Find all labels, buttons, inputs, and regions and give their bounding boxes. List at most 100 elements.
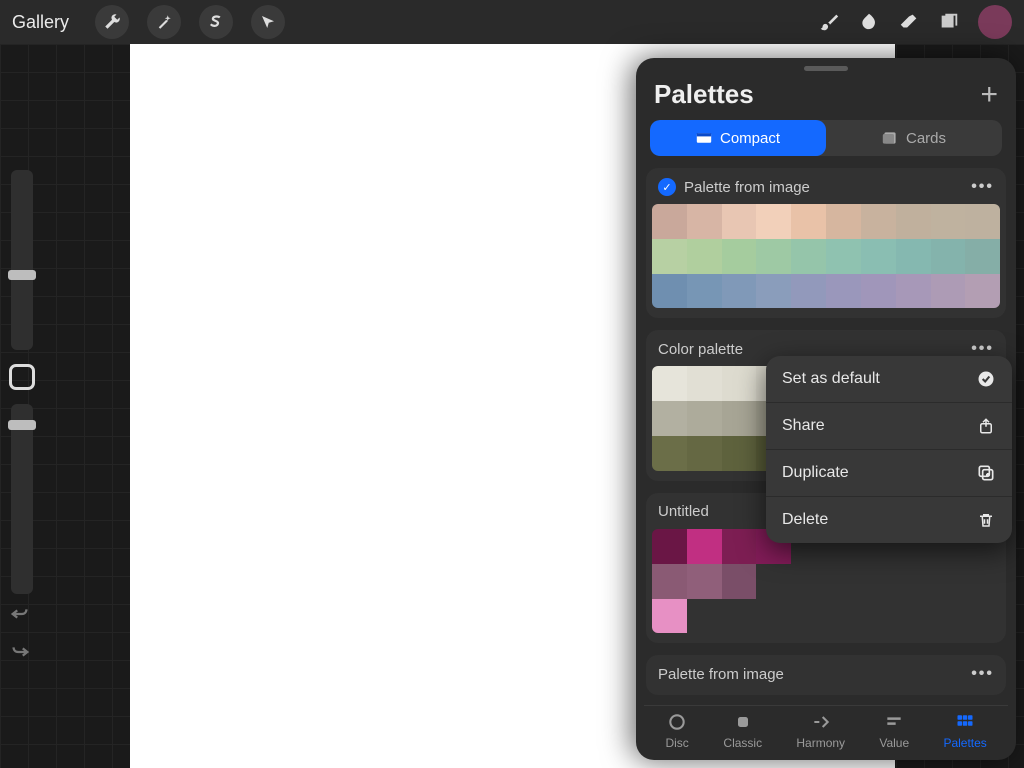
selection-button[interactable] — [199, 5, 233, 39]
color-swatch[interactable] — [896, 239, 931, 274]
eraser-icon[interactable] — [898, 11, 920, 33]
color-swatch[interactable] — [687, 204, 722, 239]
color-swatch[interactable] — [791, 274, 826, 309]
color-swatch[interactable] — [652, 599, 687, 634]
color-swatch[interactable] — [896, 274, 931, 309]
palette-title[interactable]: Untitled — [658, 503, 709, 520]
color-swatch[interactable] — [722, 274, 757, 309]
default-check-icon: ✓ — [658, 178, 676, 196]
redo-button[interactable] — [6, 638, 34, 666]
menu-label: Set as default — [782, 370, 880, 388]
palette-title[interactable]: ✓Palette from image — [658, 178, 810, 196]
compact-view-button[interactable]: Compact — [650, 120, 826, 156]
menu-duplicate[interactable]: Duplicate — [766, 450, 1012, 497]
cards-view-button[interactable]: Cards — [826, 120, 1002, 156]
color-swatch[interactable] — [931, 239, 966, 274]
compact-icon — [696, 131, 712, 145]
add-palette-button[interactable]: + — [980, 80, 998, 110]
color-swatch[interactable] — [826, 239, 861, 274]
palette-more-button[interactable]: ••• — [971, 665, 994, 683]
tab-harmony[interactable]: Harmony — [796, 712, 845, 750]
color-swatch[interactable] — [756, 274, 791, 309]
color-swatch[interactable] — [826, 274, 861, 309]
menu-set-default[interactable]: Set as default — [766, 356, 1012, 403]
menu-label: Share — [782, 417, 825, 435]
color-swatch[interactable] — [861, 239, 896, 274]
modify-button[interactable] — [9, 364, 35, 390]
color-swatch[interactable] — [861, 204, 896, 239]
color-swatch[interactable] — [652, 564, 687, 599]
color-swatch[interactable] — [652, 529, 687, 564]
brush-opacity-slider[interactable] — [11, 404, 33, 594]
color-swatch[interactable] — [896, 204, 931, 239]
adjustments-button[interactable] — [147, 5, 181, 39]
color-swatch[interactable] — [965, 274, 1000, 309]
brush-size-slider[interactable] — [11, 170, 33, 350]
value-icon — [882, 712, 906, 732]
tab-disc[interactable]: Disc — [665, 712, 689, 750]
palette-title[interactable]: Color palette — [658, 341, 743, 358]
color-swatch[interactable] — [687, 274, 722, 309]
color-swatch[interactable] — [652, 366, 687, 401]
color-swatch[interactable] — [722, 366, 757, 401]
color-button[interactable] — [978, 5, 1012, 39]
menu-share[interactable]: Share — [766, 403, 1012, 450]
color-swatch[interactable] — [687, 401, 722, 436]
color-swatch[interactable] — [826, 204, 861, 239]
menu-delete[interactable]: Delete — [766, 497, 1012, 543]
color-swatch[interactable] — [687, 366, 722, 401]
color-swatch[interactable] — [687, 564, 722, 599]
color-swatch[interactable] — [791, 204, 826, 239]
compact-label: Compact — [720, 130, 780, 147]
swatch-grid — [652, 204, 1000, 308]
palette-more-button[interactable]: ••• — [971, 178, 994, 196]
actions-button[interactable] — [95, 5, 129, 39]
color-swatch[interactable] — [861, 274, 896, 309]
color-swatch[interactable] — [931, 204, 966, 239]
color-swatch[interactable] — [652, 401, 687, 436]
color-swatch[interactable] — [652, 436, 687, 471]
slider-thumb[interactable] — [8, 420, 36, 430]
color-swatch[interactable] — [652, 274, 687, 309]
color-swatch[interactable] — [931, 274, 966, 309]
color-swatch[interactable] — [652, 239, 687, 274]
color-swatch[interactable] — [722, 401, 757, 436]
harmony-icon — [809, 712, 833, 732]
color-swatch[interactable] — [687, 529, 722, 564]
color-swatch[interactable] — [722, 564, 757, 599]
left-rail — [4, 170, 40, 594]
tab-value[interactable]: Value — [879, 712, 909, 750]
tab-palettes[interactable]: Palettes — [943, 712, 986, 750]
slider-thumb[interactable] — [8, 270, 36, 280]
color-swatch[interactable] — [756, 239, 791, 274]
panel-drag-handle[interactable] — [804, 66, 848, 71]
color-swatch — [826, 599, 861, 634]
color-swatch[interactable] — [965, 239, 1000, 274]
color-swatch[interactable] — [722, 529, 757, 564]
smudge-icon[interactable] — [858, 11, 880, 33]
color-swatch[interactable] — [791, 239, 826, 274]
tab-classic[interactable]: Classic — [723, 712, 762, 750]
color-swatch[interactable] — [687, 436, 722, 471]
palette-card: ✓Palette from image ••• — [646, 168, 1006, 318]
panel-title: Palettes — [654, 79, 754, 110]
color-swatch[interactable] — [965, 204, 1000, 239]
color-swatch[interactable] — [722, 436, 757, 471]
color-swatch[interactable] — [652, 204, 687, 239]
layers-icon[interactable] — [938, 11, 960, 33]
palette-title[interactable]: Palette from image — [658, 666, 784, 683]
brush-icon[interactable] — [818, 11, 840, 33]
transform-button[interactable] — [251, 5, 285, 39]
palette-name-label: Palette from image — [658, 666, 784, 683]
gallery-button[interactable]: Gallery — [12, 12, 69, 33]
swatch-grid — [652, 529, 1000, 633]
undo-button[interactable] — [6, 600, 34, 628]
cards-icon — [882, 131, 898, 145]
color-swatch — [861, 599, 896, 634]
color-swatch[interactable] — [756, 204, 791, 239]
color-swatch — [687, 599, 722, 634]
color-swatch[interactable] — [687, 239, 722, 274]
color-swatch — [756, 599, 791, 634]
color-swatch[interactable] — [722, 239, 757, 274]
color-swatch[interactable] — [722, 204, 757, 239]
